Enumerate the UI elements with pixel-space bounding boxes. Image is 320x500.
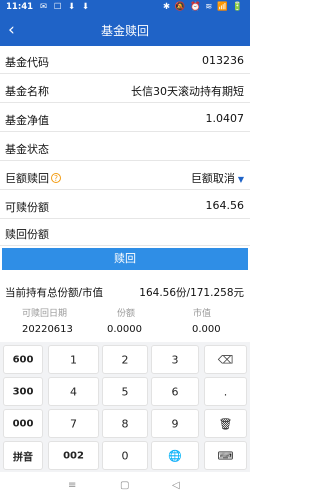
menu-icon[interactable]: ≡ bbox=[68, 480, 76, 491]
key-4[interactable]: 4 bbox=[48, 377, 99, 406]
row-nav: 基金净值 1.0407 bbox=[0, 104, 250, 132]
row-fund-code: 基金代码 013236 bbox=[0, 46, 250, 74]
holding-summary: 当前持有总份额/市值 164.56份/171.258元 bbox=[0, 282, 250, 300]
page-title: 基金赎回 bbox=[100, 24, 149, 38]
key-pinyin[interactable]: 拼音 bbox=[3, 441, 43, 470]
holding-label: 当前持有总份额/市值 bbox=[5, 287, 104, 299]
key-2[interactable]: 2 bbox=[102, 345, 148, 374]
available-shares-label: 可赎份额 bbox=[5, 201, 49, 214]
key-300[interactable]: 300 bbox=[3, 377, 43, 406]
table-header-shares: 份额 bbox=[117, 309, 136, 319]
nav-bar: ‹ 基金赎回 bbox=[0, 16, 250, 46]
nav-label: 基金净值 bbox=[5, 114, 49, 127]
large-redeem-value: 巨额取消 bbox=[190, 172, 235, 185]
key-002[interactable]: 002 bbox=[48, 441, 99, 470]
nav-value: 1.0407 bbox=[205, 112, 245, 125]
key-5[interactable]: 5 bbox=[102, 377, 148, 406]
table-header-date: 可赎回日期 bbox=[22, 309, 68, 319]
table-header-value: 市值 bbox=[193, 309, 212, 319]
row-fund-name: 基金名称 长信30天滚动持有期短 bbox=[0, 75, 250, 103]
key-dot[interactable]: . bbox=[204, 377, 247, 406]
key-1[interactable]: 1 bbox=[48, 345, 99, 374]
status-system-icons: ✱ 🔕 ⏰ ≋ 📶 🔋 bbox=[162, 2, 244, 12]
redeem-shares-label: 赎回份额 bbox=[5, 228, 49, 241]
table-cell-shares: 0.0000 bbox=[107, 324, 142, 335]
row-large-redeem[interactable]: 巨额赎回? 巨额取消 ▼ bbox=[0, 162, 250, 190]
status-bar: 11:41 ✉ ☐ ⬇ ⬇ ✱ 🔕 ⏰ ≋ 📶 🔋 bbox=[0, 0, 250, 14]
app-header: 11:41 ✉ ☐ ⬇ ⬇ ✱ 🔕 ⏰ ≋ 📶 🔋 ‹ 基金赎回 bbox=[0, 0, 250, 46]
holding-value: 164.56份/171.258元 bbox=[139, 287, 244, 299]
key-7[interactable]: 7 bbox=[48, 409, 99, 438]
help-question-icon[interactable]: ? bbox=[51, 173, 61, 183]
fund-name-value: 长信30天滚动持有期短 bbox=[131, 85, 244, 98]
large-redeem-select[interactable]: 巨额取消 ▼ bbox=[191, 170, 244, 186]
key-6[interactable]: 6 bbox=[151, 377, 199, 406]
key-3[interactable]: 3 bbox=[151, 345, 199, 374]
key-8[interactable]: 8 bbox=[102, 409, 148, 438]
table-cell-value: 0.000 bbox=[192, 324, 221, 335]
caret-down-icon: ▼ bbox=[237, 175, 244, 184]
fund-name-label: 基金名称 bbox=[5, 85, 49, 98]
table-cell-date: 20220613 bbox=[22, 324, 73, 335]
key-000[interactable]: 000 bbox=[3, 409, 43, 438]
numeric-keyboard: 600 300 000 拼音 1 2 3 4 5 6 7 8 9 002 0 🌐… bbox=[0, 342, 250, 472]
key-globe-icon[interactable]: 🌐 bbox=[151, 441, 199, 470]
key-backspace-icon[interactable]: ⌫ bbox=[204, 345, 247, 374]
system-bottom-nav: ≡ ▢ ◁ bbox=[0, 474, 250, 500]
status-notification-icons: ✉ ☐ ⬇ ⬇ bbox=[40, 2, 92, 12]
home-icon[interactable]: ▢ bbox=[120, 480, 129, 491]
row-available-shares: 可赎份额 164.56 bbox=[0, 191, 250, 219]
status-time: 11:41 bbox=[6, 2, 34, 12]
large-redeem-label-wrap: 巨额赎回? bbox=[5, 170, 61, 186]
fund-status-label: 基金状态 bbox=[5, 143, 49, 156]
key-hide-keyboard-icon[interactable]: ⌨ bbox=[204, 441, 247, 470]
large-redeem-label: 巨额赎回 bbox=[5, 172, 49, 185]
key-600[interactable]: 600 bbox=[3, 345, 43, 374]
key-clear-trash-icon[interactable]: 🗑 bbox=[204, 409, 247, 438]
fund-code-label: 基金代码 bbox=[5, 56, 49, 69]
row-redeem-shares[interactable]: 赎回份额 bbox=[0, 218, 250, 246]
key-9[interactable]: 9 bbox=[151, 409, 199, 438]
key-0[interactable]: 0 bbox=[102, 441, 148, 470]
row-fund-status: 基金状态 bbox=[0, 133, 250, 161]
fund-code-value: 013236 bbox=[202, 54, 244, 67]
redeem-button[interactable]: 赎回 bbox=[2, 248, 248, 270]
back-icon[interactable]: ◁ bbox=[172, 480, 180, 491]
available-shares-value: 164.56 bbox=[205, 199, 245, 212]
